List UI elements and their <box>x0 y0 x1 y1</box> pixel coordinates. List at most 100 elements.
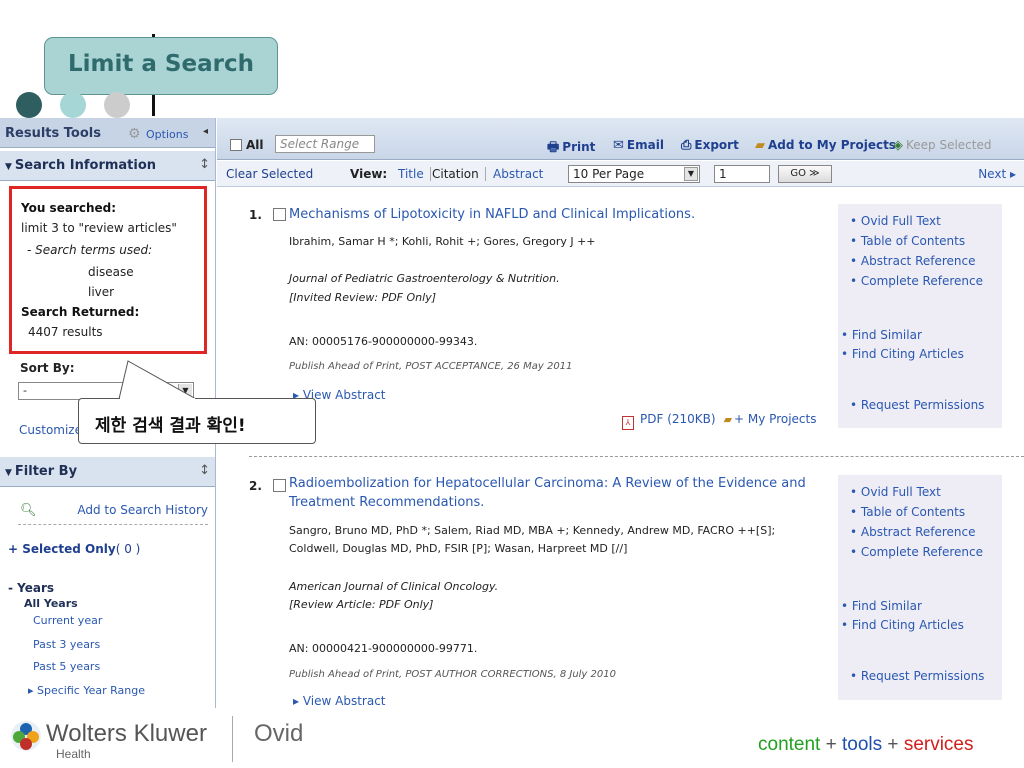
filter-past-3-years[interactable]: Past 3 years <box>33 638 100 651</box>
resize-vertical-icon[interactable]: ↕ <box>199 463 210 478</box>
selected-only-count: ( 0 ) <box>115 542 141 556</box>
slide-footer: Wolters Kluwer Health Ovid content + too… <box>0 708 1024 768</box>
go-button[interactable]: GO ≫ <box>778 165 832 183</box>
brand-subtitle: Health <box>56 747 91 761</box>
collapse-left-icon[interactable]: ◂ <box>203 126 208 137</box>
complete-reference-link[interactable]: • Complete Reference <box>850 545 983 559</box>
keep-selected-button[interactable]: ◈ Keep Selected <box>893 138 992 153</box>
pdf-link[interactable]: ⅄ PDF (210KB) ▰ + My Projects <box>622 412 816 430</box>
view-abstract-link[interactable]: ▸ View Abstract <box>293 694 386 708</box>
options-link[interactable]: Options <box>146 128 188 141</box>
search-information-title: Search Information <box>14 158 157 173</box>
selected-only-filter[interactable]: + Selected Only( 0 ) <box>8 542 140 556</box>
print-button[interactable]: 🖶 Print <box>547 138 595 160</box>
result-divider <box>249 456 1024 457</box>
result-checkbox[interactable] <box>273 208 286 221</box>
you-searched-label: You searched: <box>21 201 117 215</box>
filter-past-5-years[interactable]: Past 5 years <box>33 660 100 673</box>
select-range-input[interactable]: Select Range <box>275 135 375 153</box>
result-publish-info: Publish Ahead of Print, POST ACCEPTANCE,… <box>289 361 573 372</box>
table-of-contents-link[interactable]: • Table of Contents <box>850 505 965 519</box>
ovid-full-text-link[interactable]: • Ovid Full Text <box>850 485 941 499</box>
result-publication-type: [Review Article: PDF Only] <box>289 598 434 611</box>
view-label: View: <box>350 167 388 181</box>
request-permissions-link[interactable]: • Request Permissions <box>850 669 984 683</box>
select-all-checkbox[interactable]: All <box>230 138 264 152</box>
tagline-tools: tools <box>842 734 883 755</box>
sort-by-label: Sort By: <box>20 361 75 375</box>
abstract-reference-link[interactable]: • Abstract Reference <box>850 525 976 539</box>
tagline-plus: + <box>887 734 899 755</box>
request-permissions-link[interactable]: • Request Permissions <box>850 398 984 412</box>
slide-title: Limit a Search <box>68 51 254 77</box>
pdf-icon: ⅄ <box>622 416 634 430</box>
add-to-search-history-button[interactable]: 🔍︎ Add to Search History <box>18 503 208 525</box>
find-citing-articles-link[interactable]: • Find Citing Articles <box>841 618 964 632</box>
view-citation-link[interactable]: Citation <box>426 167 486 181</box>
sort-by-value: - <box>23 384 27 397</box>
result-journal: American Journal of Clinical Oncology. <box>289 580 499 593</box>
ovid-full-text-link[interactable]: • Ovid Full Text <box>850 214 941 228</box>
result-number: 2. <box>249 479 262 493</box>
email-button[interactable]: ✉ Email <box>613 138 664 153</box>
result-accession-number: AN: 00000421-900000000-99771. <box>289 642 478 655</box>
print-label: Print <box>562 140 596 154</box>
result-title[interactable]: Radioembolization for Hepatocellular Car… <box>289 474 819 512</box>
result-journal: Journal of Pediatric Gastroenterology & … <box>289 272 560 285</box>
result-publish-info: Publish Ahead of Print, POST AUTHOR CORR… <box>289 669 616 680</box>
progress-dot-3 <box>104 92 130 118</box>
chevron-down-icon: ▼ <box>178 384 192 398</box>
triangle-right-icon: ▸ <box>28 684 38 697</box>
search-information-header[interactable]: ▼ Search Information ↕ <box>0 151 215 181</box>
results-main-area: All Select Range 🖶 Print ✉ Email ⎙ Export ▰… <box>217 118 1024 708</box>
result-links-panel: • Ovid Full Text • Table of Contents • A… <box>838 475 1002 700</box>
tagline-services: services <box>903 734 974 755</box>
footer-separator <box>232 716 233 762</box>
email-label: Email <box>626 138 664 152</box>
export-button[interactable]: ⎙ Export <box>681 138 739 153</box>
per-page-select[interactable]: 10 Per Page ▼ <box>568 165 700 183</box>
add-to-search-history-label: Add to Search History <box>77 503 208 517</box>
search-terms-label: - Search terms used: <box>27 243 153 257</box>
find-citing-articles-link[interactable]: • Find Citing Articles <box>841 347 964 361</box>
search-query: limit 3 to "review articles" <box>21 221 177 235</box>
years-filter-label[interactable]: - Years <box>8 581 54 595</box>
ovid-brand: Ovid <box>254 720 304 747</box>
annotation-callout: 제한 검색 결과 확인! <box>78 398 316 444</box>
table-of-contents-link[interactable]: • Table of Contents <box>850 234 965 248</box>
search-returned-label: Search Returned: <box>21 305 140 319</box>
view-abstract-link[interactable]: Abstract <box>487 167 549 181</box>
gear-icon[interactable]: ⚙ <box>128 126 141 142</box>
result-accession-number: AN: 00005176-900000000-99343. <box>289 335 478 348</box>
tagline-content: content <box>758 734 821 755</box>
page-number-input[interactable]: 1 <box>714 165 770 183</box>
filter-current-year[interactable]: Current year <box>33 614 102 627</box>
add-to-my-projects-button[interactable]: ▰ Add to My Projects <box>755 138 896 153</box>
abstract-reference-link[interactable]: • Abstract Reference <box>850 254 976 268</box>
add-to-projects-label: Add to My Projects <box>768 138 896 152</box>
filter-by-header[interactable]: ▼ Filter By ↕ <box>0 457 215 487</box>
results-tools-title: Results Tools <box>5 126 101 141</box>
search-term: disease <box>88 265 134 279</box>
result-title[interactable]: Mechanisms of Lipotoxicity in NAFLD and … <box>289 205 819 224</box>
customize-link[interactable]: Customize <box>19 423 82 437</box>
checkbox-icon <box>230 139 242 151</box>
results-toolbar: All Select Range 🖶 Print ✉ Email ⎙ Export ▰… <box>217 118 1024 160</box>
filter-specific-year-range[interactable]: ▸ Specific Year Range <box>28 684 145 697</box>
result-checkbox[interactable] <box>273 479 286 492</box>
filter-by-title: Filter By <box>14 464 78 479</box>
selected-only-label: + Selected Only <box>8 542 116 556</box>
next-page-link[interactable]: Next ▸ <box>978 167 1016 181</box>
resize-vertical-icon[interactable]: ↕ <box>199 157 210 172</box>
search-term: liver <box>88 285 115 299</box>
find-similar-link[interactable]: • Find Similar <box>841 599 922 613</box>
view-title-link[interactable]: Title <box>392 167 431 181</box>
tagline-plus: + <box>825 734 837 755</box>
wolters-kluwer-logo-icon <box>11 721 41 751</box>
filter-all-years[interactable]: All Years <box>24 597 78 610</box>
find-similar-link[interactable]: • Find Similar <box>841 328 922 342</box>
complete-reference-link[interactable]: • Complete Reference <box>850 274 983 288</box>
email-icon: ✉ <box>613 138 624 153</box>
clear-selected-link[interactable]: Clear Selected <box>226 167 313 181</box>
export-label: Export <box>694 138 739 152</box>
